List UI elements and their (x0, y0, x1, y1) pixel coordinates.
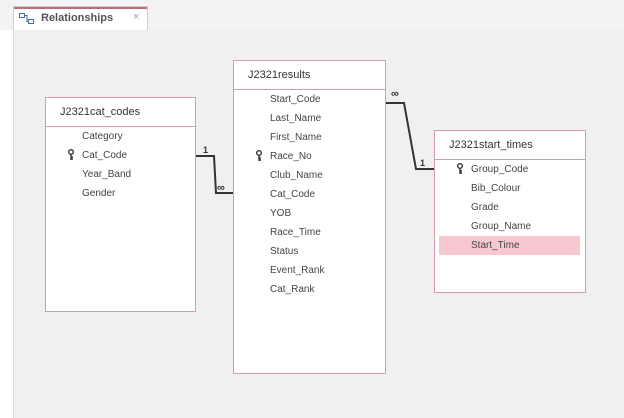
key-icon (68, 149, 74, 160)
field-name: Grade (471, 202, 499, 213)
field-name: Group_Code (471, 164, 529, 175)
field-row[interactable]: First_Name (234, 128, 385, 147)
field-list: Start_Code Last_Name First_Name Race_No Club… (234, 90, 385, 299)
field-name: Race_No (270, 151, 312, 162)
table-start-times[interactable]: J2321start_times Group_Code Bib_Colour Gra… (434, 130, 586, 293)
field-row[interactable]: Club_Name (234, 166, 385, 185)
field-name: Last_Name (270, 113, 322, 124)
field-name: Club_Name (270, 170, 323, 181)
relationships-icon (19, 13, 34, 24)
key-icon (457, 163, 463, 174)
field-row[interactable]: YOB (234, 204, 385, 223)
table-title[interactable]: J2321results (234, 61, 385, 90)
field-row[interactable]: Cat_Rank (234, 280, 385, 299)
field-name: Group_Name (471, 221, 532, 232)
relationships-tab[interactable]: Relationships × (13, 6, 148, 30)
relationship-many-label: ∞ (391, 88, 399, 100)
field-name: Gender (82, 188, 116, 199)
document-tab-strip: Relationships × (0, 0, 624, 30)
field-name: Category (82, 131, 123, 142)
field-row[interactable]: Gender (46, 184, 195, 203)
field-name: YOB (270, 208, 292, 219)
tab-accent (14, 7, 147, 9)
close-icon[interactable]: × (133, 11, 139, 23)
field-row[interactable]: Race_No (234, 147, 385, 166)
relationship-one-label: 1 (420, 158, 426, 168)
field-name: Start_Code (270, 94, 321, 105)
field-row[interactable]: Last_Name (234, 109, 385, 128)
field-name: Race_Time (270, 227, 321, 238)
field-name: Cat_Code (270, 189, 316, 200)
field-name: First_Name (270, 132, 322, 143)
field-row[interactable]: Bib_Colour (435, 179, 585, 198)
relationship-many-label: ∞ (217, 182, 225, 194)
field-row[interactable]: Category (46, 127, 195, 146)
field-row[interactable]: Event_Rank (234, 261, 385, 280)
field-row[interactable]: Grade (435, 198, 585, 217)
field-row[interactable]: Group_Code (435, 160, 585, 179)
field-name: Year_Band (82, 169, 132, 180)
key-icon (256, 150, 262, 161)
table-cat-codes[interactable]: J2321cat_codes Category Cat_Code Year_Band… (45, 97, 196, 312)
field-name: Cat_Code (82, 150, 128, 161)
field-row[interactable]: Cat_Code (234, 185, 385, 204)
field-list: Category Cat_Code Year_Band Gender (46, 127, 195, 203)
field-row[interactable]: Race_Time (234, 223, 385, 242)
field-list: Group_Code Bib_Colour Grade Group_Name Start… (435, 160, 585, 255)
field-name: Event_Rank (270, 265, 325, 276)
field-name: Start_Time (471, 240, 520, 251)
table-title[interactable]: J2321cat_codes (46, 98, 195, 127)
tab-label: Relationships (41, 12, 114, 24)
field-name: Bib_Colour (471, 183, 521, 194)
field-name: Status (270, 246, 299, 257)
field-row[interactable]: Start_Code (234, 90, 385, 109)
field-name: Cat_Rank (270, 284, 315, 295)
field-row[interactable]: Start_Time (439, 236, 580, 255)
field-row[interactable]: Group_Name (435, 217, 585, 236)
table-results[interactable]: J2321results Start_Code Last_Name First_Na… (233, 60, 386, 374)
field-row[interactable]: Year_Band (46, 165, 195, 184)
field-row[interactable]: Cat_Code (46, 146, 195, 165)
field-row[interactable]: Status (234, 242, 385, 261)
table-title[interactable]: J2321start_times (435, 131, 585, 160)
relationship-one-label: 1 (203, 145, 209, 155)
